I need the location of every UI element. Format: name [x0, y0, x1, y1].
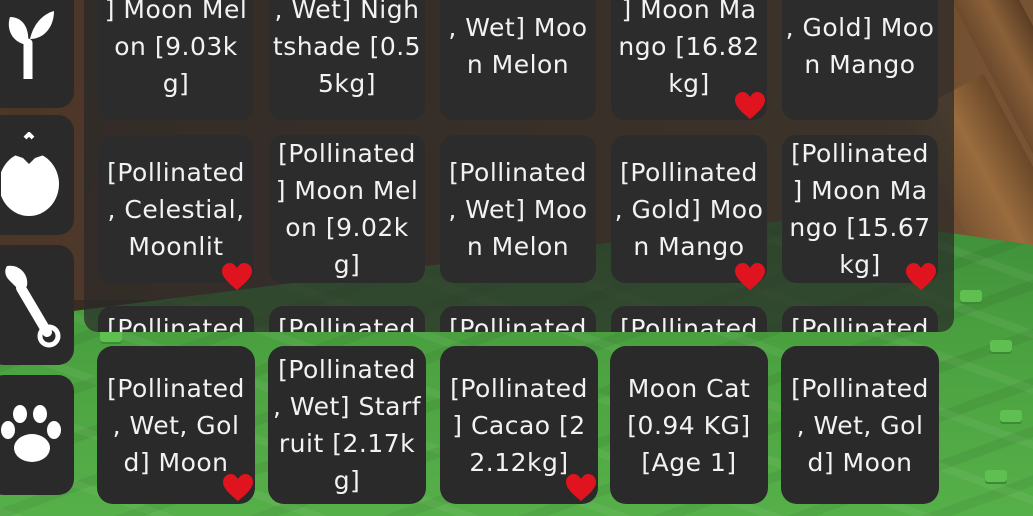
- item-label: [Pollinated: [791, 314, 929, 332]
- item-label: [Pollinated , Wet] Moon Melon: [448, 157, 588, 261]
- inventory-slot[interactable]: [Pollinated: [269, 306, 425, 332]
- inventory-slot[interactable]: , Wet] Nightshade [0.55kg]: [269, 0, 425, 120]
- item-label: [Pollinated ] Moon Mango [15.67kg]: [789, 139, 931, 279]
- sidebar-item-gear[interactable]: [0, 245, 74, 365]
- item-label: , Gold] Moon Mango: [785, 13, 935, 79]
- hotbar-slot-3[interactable]: [Pollinated ] Cacao [22.12kg]: [440, 346, 598, 504]
- ground-stud: [985, 470, 1007, 482]
- inventory-slot[interactable]: [Pollinated , Gold] Moon Mango: [611, 135, 767, 290]
- hotbar-slot-5[interactable]: [Pollinated , Wet, Gold] Moon: [781, 346, 939, 504]
- inventory-slot[interactable]: [Pollinated , Wet] Moon Melon: [440, 135, 596, 283]
- inventory-slot[interactable]: ] Moon Mango [16.82kg]: [611, 0, 767, 120]
- item-label: [Pollinated , Wet] Starfruit [2.17kg]: [272, 355, 422, 495]
- ground-stud: [990, 340, 1012, 352]
- hotbar-slot-2[interactable]: [Pollinated , Wet] Starfruit [2.17kg]: [268, 346, 426, 504]
- inventory-slot[interactable]: [Pollinated: [440, 306, 596, 332]
- backpack-inventory[interactable]: ] Moon Melon [9.03kg] , Wet] Nightshade …: [84, 0, 954, 332]
- sidebar-item-pets[interactable]: [0, 375, 74, 495]
- inventory-slot[interactable]: [Pollinated: [98, 306, 254, 332]
- inventory-slot[interactable]: [Pollinated: [611, 306, 767, 332]
- item-label: [Pollinated ] Moon Melon [9.02kg]: [275, 139, 419, 279]
- inventory-slot[interactable]: [Pollinated: [782, 306, 938, 332]
- sidebar-item-crops[interactable]: [0, 115, 74, 235]
- trowel-icon: [1, 260, 61, 350]
- inventory-slot[interactable]: [Pollinated , Celestial, Moonlit: [98, 135, 254, 290]
- ground-stud: [960, 290, 982, 302]
- item-label: [Pollinated: [278, 314, 416, 332]
- inventory-slot[interactable]: , Gold] Moon Mango: [782, 0, 938, 120]
- item-label: , Wet] Nightshade [0.55kg]: [272, 0, 422, 98]
- item-label: [Pollinated , Gold] Moon Mango: [614, 157, 764, 261]
- favorite-heart-icon: [222, 263, 252, 290]
- item-label: [Pollinated , Wet, Gold] Moon: [791, 373, 929, 477]
- item-label: ] Moon Melon [9.03kg]: [104, 0, 248, 98]
- item-label: [Pollinated: [620, 314, 758, 332]
- item-label: [Pollinated: [107, 314, 245, 332]
- side-menu: [0, 0, 78, 516]
- tomato-icon: [1, 132, 61, 218]
- sprout-icon: [8, 9, 54, 79]
- paw-icon: [0, 402, 64, 468]
- hotbar-slot-4[interactable]: Moon Cat [0.94 KG] [Age 1]: [610, 346, 768, 504]
- item-label: [Pollinated ] Cacao [22.12kg]: [450, 373, 588, 477]
- item-label: [Pollinated: [449, 314, 587, 332]
- inventory-slot[interactable]: , Wet] Moon Melon: [440, 0, 596, 120]
- hotbar-slot-1[interactable]: [Pollinated , Wet, Gold] Moon: [97, 346, 255, 504]
- favorite-heart-icon: [735, 263, 765, 290]
- sidebar-item-seeds[interactable]: [0, 0, 74, 108]
- item-label: [Pollinated , Celestial, Moonlit: [107, 157, 245, 261]
- item-label: , Wet] Moon Melon: [448, 13, 588, 79]
- inventory-slot[interactable]: [Pollinated ] Moon Mango [15.67kg]: [782, 135, 938, 290]
- ground-stud: [1000, 410, 1022, 422]
- item-label: [Pollinated , Wet, Gold] Moon: [107, 373, 245, 477]
- item-label: ] Moon Mango [16.82kg]: [618, 0, 760, 98]
- item-label: Moon Cat [0.94 KG] [Age 1]: [627, 373, 751, 477]
- inventory-slot[interactable]: ] Moon Melon [9.03kg]: [98, 0, 254, 120]
- inventory-slot[interactable]: [Pollinated ] Moon Melon [9.02kg]: [269, 135, 425, 283]
